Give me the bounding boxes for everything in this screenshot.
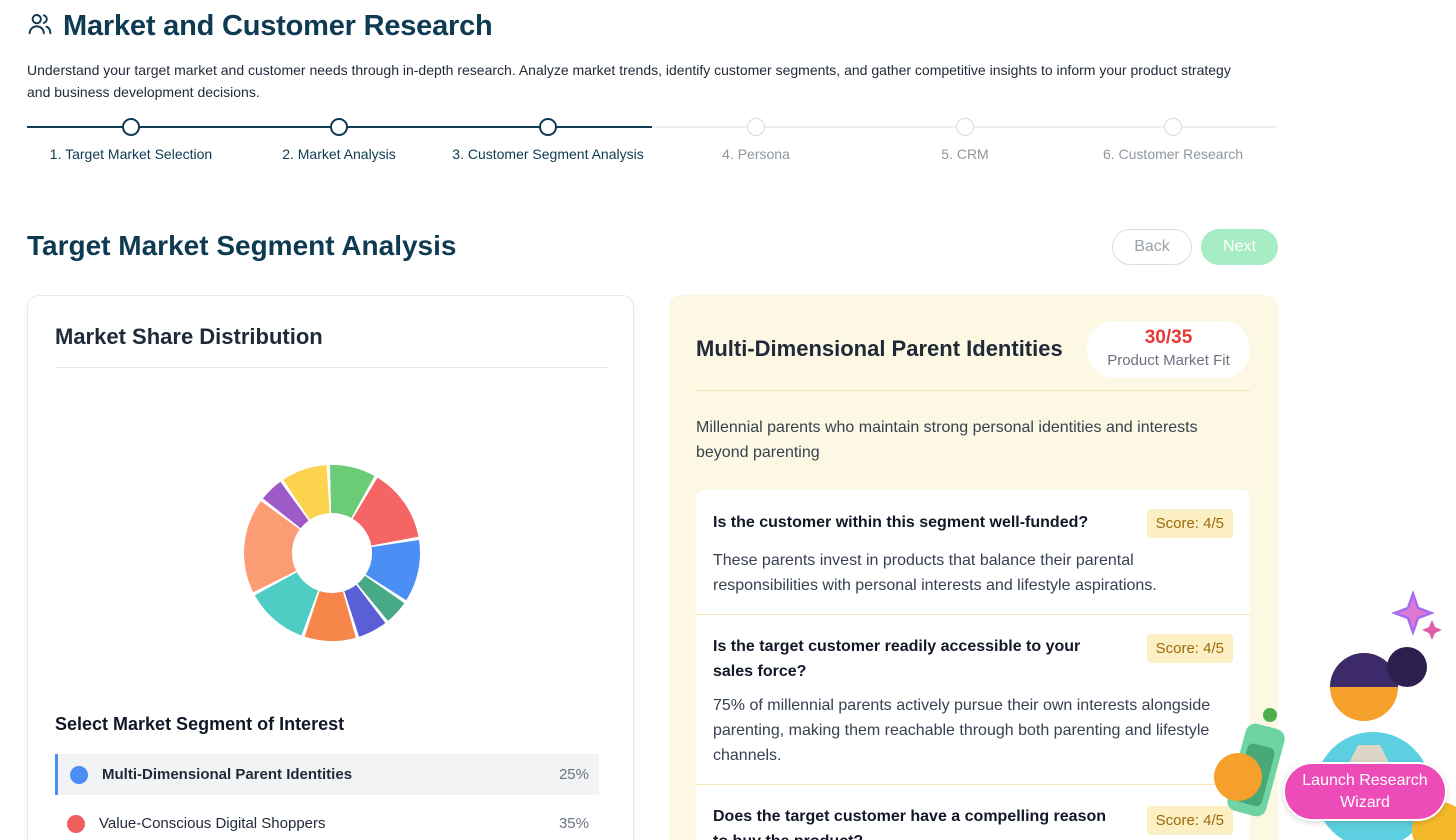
page-description: Understand your target market and custom… [27, 62, 1231, 100]
product-market-fit-badge: 30/35 Product Market Fit [1087, 321, 1250, 378]
step-indicator [1164, 118, 1182, 136]
market-share-title: Market Share Distribution [55, 324, 323, 349]
step-market-analysis[interactable]: 2. Market Analysis [235, 116, 443, 162]
question-card: Is the target customer readily accessibl… [696, 614, 1250, 784]
question-text: Is the target customer readily accessibl… [713, 638, 1081, 680]
market-share-card: Market Share Distribution Select Market … [27, 295, 634, 840]
back-button[interactable]: Back [1112, 229, 1192, 265]
question-text: Is the customer within this segment well… [713, 514, 1089, 531]
step-label: 1. Target Market Selection [49, 146, 213, 162]
segment-name: Multi-Dimensional Parent Identities [696, 336, 1063, 361]
pmf-label: Product Market Fit [1107, 352, 1230, 369]
launch-research-wizard-button[interactable]: Launch Research Wizard [1283, 762, 1447, 821]
segment-color-dot [67, 814, 85, 833]
wizard-label-line2: Wizard [1340, 793, 1390, 811]
question-score-badge: Score: 4/5 [1146, 509, 1233, 538]
wizard-label-line1: Launch Research [1302, 771, 1428, 789]
segment-option-value-conscious-digital-shoppers[interactable]: Value-Conscious Digital Shoppers 35% [55, 803, 599, 840]
wizard-button-label: Launch Research Wizard [1302, 770, 1427, 814]
segment-option-multi-dimensional-parent-identities[interactable]: Multi-Dimensional Parent Identities 25% [55, 754, 599, 795]
step-indicator [956, 118, 974, 136]
select-segment-title: Select Market Segment of Interest [55, 714, 345, 734]
step-persona[interactable]: 4. Persona [652, 116, 860, 162]
step-label: 4. Persona [722, 146, 790, 162]
step-customer-research[interactable]: 6. Customer Research [1069, 116, 1277, 162]
step-indicator [747, 118, 765, 136]
question-text: Does the target customer have a compelli… [713, 808, 1107, 840]
page-title: Market and Customer Research [63, 10, 493, 42]
step-customer-segment-analysis[interactable]: 3. Customer Segment Analysis [444, 116, 652, 162]
question-card: Is the customer within this segment well… [696, 490, 1250, 614]
section-title: Target Market Segment Analysis [27, 230, 457, 261]
question-card: Does the target customer have a compelli… [696, 784, 1250, 840]
segment-color-dot [70, 765, 88, 784]
divider [696, 390, 1250, 391]
pmf-score: 30/35 [1144, 327, 1193, 348]
progress-stepper: 1. Target Market Selection 2. Market Ana… [27, 116, 1277, 166]
step-label: 5. CRM [941, 146, 989, 162]
question-answer: 75% of millennial parents actively pursu… [713, 697, 1211, 764]
users-icon [27, 11, 53, 42]
segment-percentage: 25% [558, 766, 589, 783]
step-target-market-selection[interactable]: 1. Target Market Selection [27, 116, 235, 162]
next-button[interactable]: Next [1201, 229, 1278, 265]
title-row: Market and Customer Research [27, 10, 1277, 43]
market-share-donut-chart[interactable] [242, 463, 422, 643]
segment-label: Value-Conscious Digital Shoppers [99, 815, 326, 832]
step-indicator [539, 118, 557, 136]
step-label: 2. Market Analysis [282, 146, 396, 162]
step-indicator [122, 118, 140, 136]
segment-percentage: 35% [558, 815, 589, 832]
segment-description: Millennial parents who maintain strong p… [696, 419, 1198, 461]
step-label: 3. Customer Segment Analysis [452, 146, 644, 162]
segment-label: Multi-Dimensional Parent Identities [102, 766, 353, 783]
step-crm[interactable]: 5. CRM [861, 116, 1069, 162]
page-header: Market and Customer Research Understand … [27, 10, 1277, 103]
step-label: 6. Customer Research [1102, 146, 1244, 162]
segment-detail-card: Multi-Dimensional Parent Identities 30/3… [669, 295, 1278, 840]
question-answer: These parents invest in products that ba… [713, 552, 1157, 594]
step-indicator [330, 118, 348, 136]
divider [55, 367, 608, 368]
